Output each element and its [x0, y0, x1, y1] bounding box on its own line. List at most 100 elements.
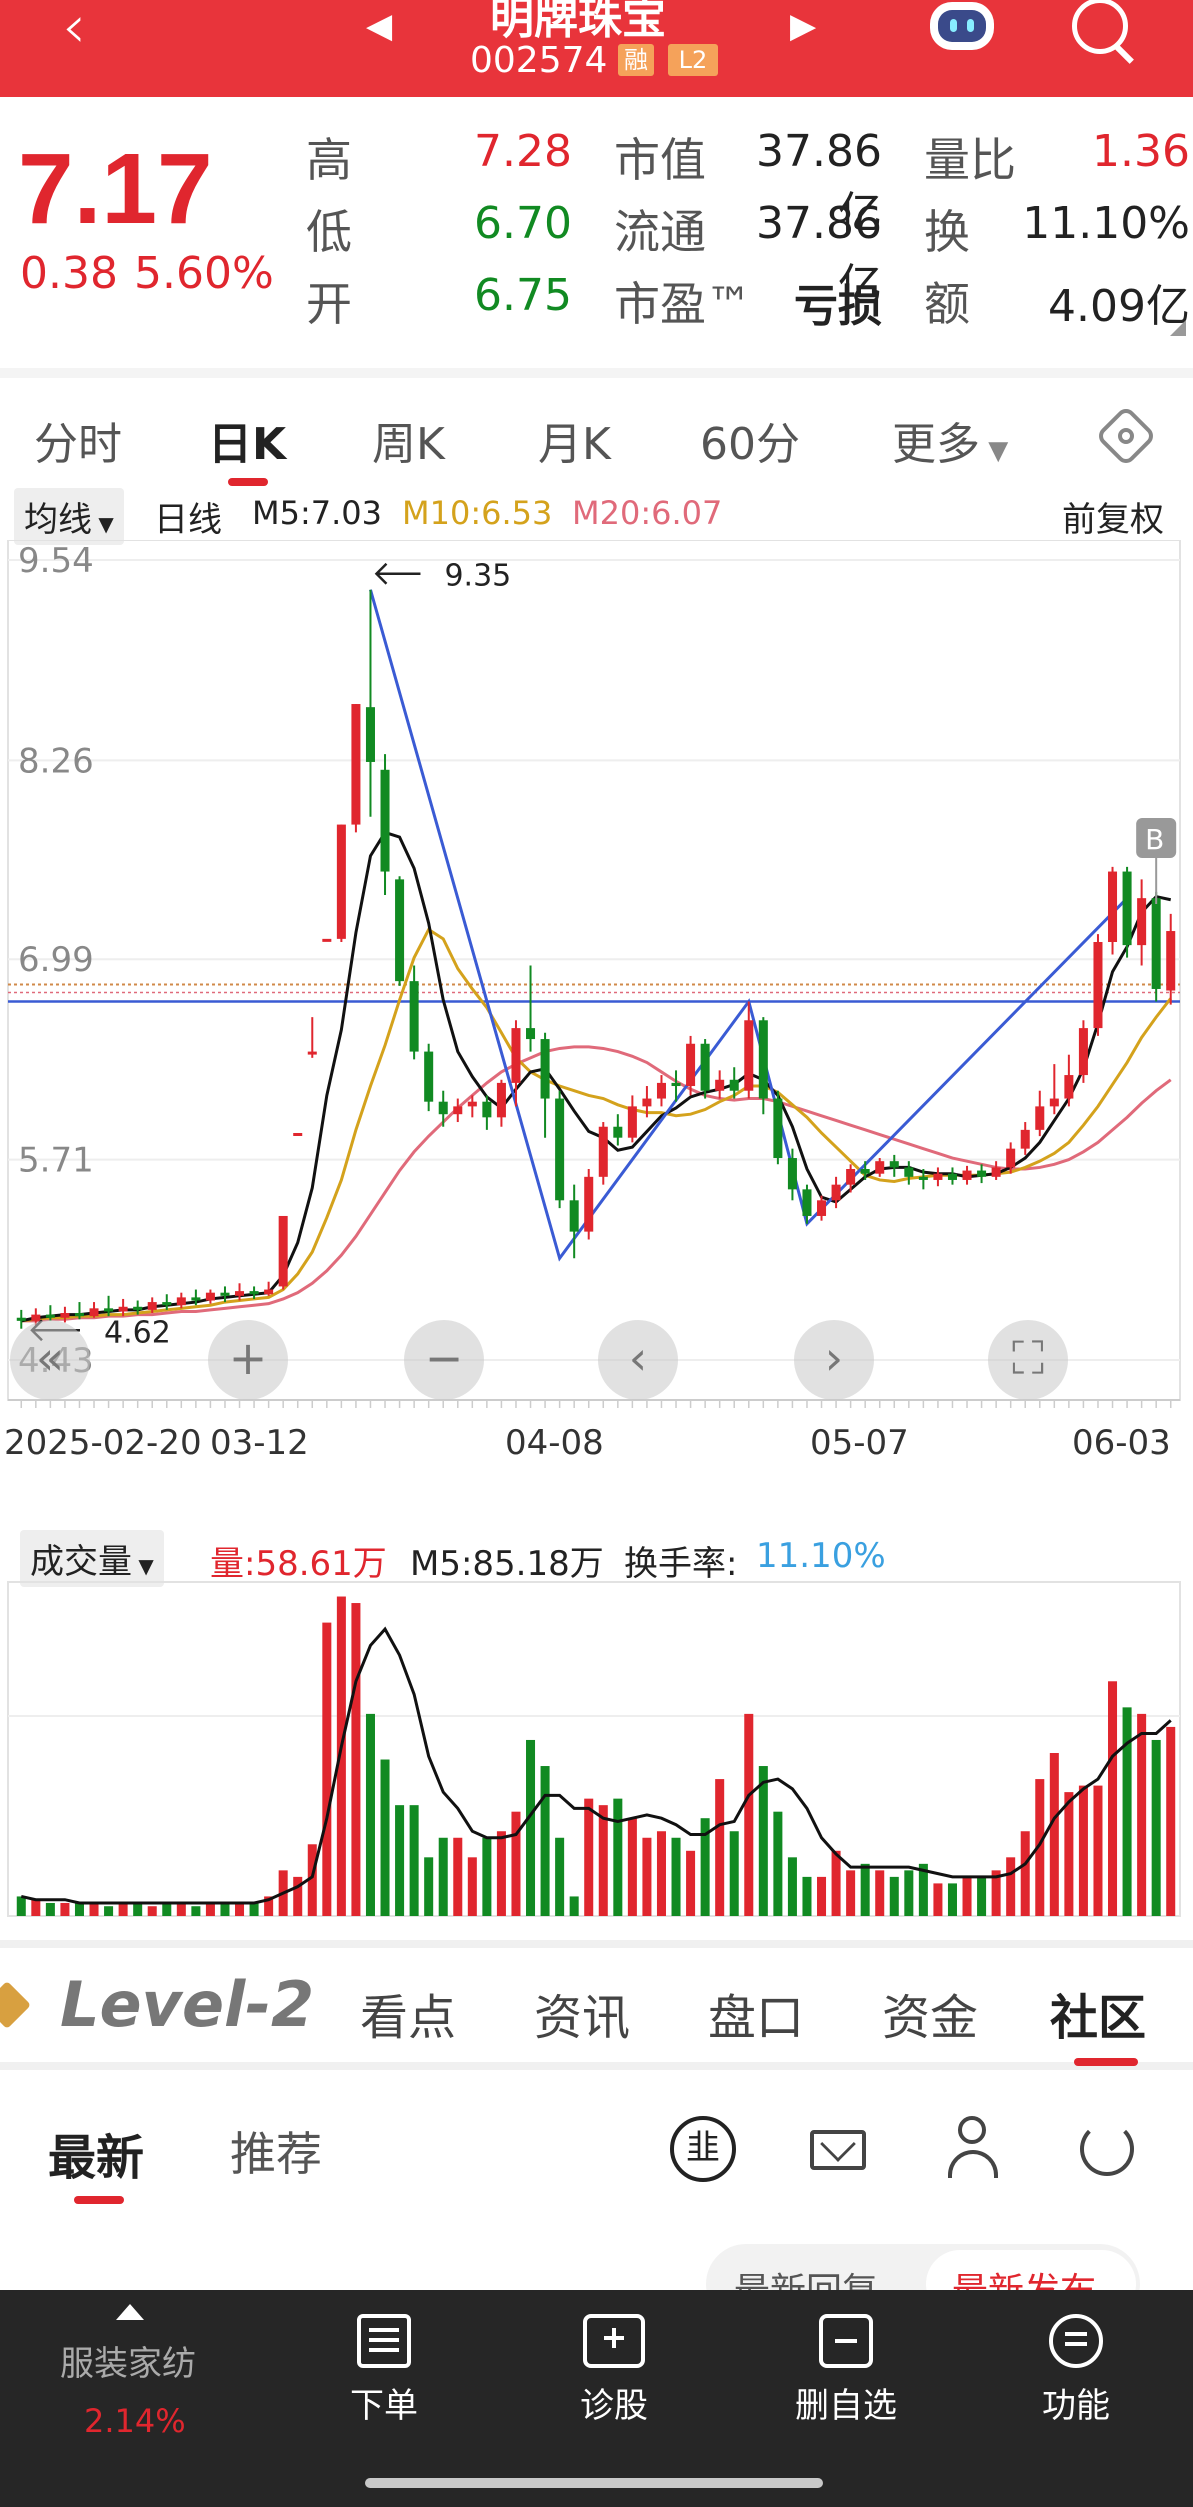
tab-weekly-k[interactable]: 周K	[372, 408, 445, 472]
expand-corner-icon[interactable]	[1170, 320, 1186, 336]
nav-diagnose[interactable]: 诊股	[514, 2314, 714, 2427]
tab-more[interactable]: 更多 ▼	[892, 408, 1008, 472]
candle-body	[45, 1314, 55, 1318]
settings-hex-icon[interactable]	[1094, 404, 1158, 468]
ma-selector[interactable]: 均线 ▼	[14, 488, 124, 545]
caret-down-icon: ▼	[980, 436, 1009, 466]
candle-body	[846, 1169, 856, 1185]
candle-body	[191, 1297, 201, 1301]
scroll-right-icon[interactable]: ›	[794, 1320, 874, 1400]
volume-m5: M5:85.18万	[410, 1544, 604, 1584]
volume-bar	[1137, 1713, 1147, 1916]
volume-bar	[758, 1766, 768, 1916]
search-icon[interactable]	[1072, 0, 1128, 54]
kline-chart[interactable]: 9.548.266.995.714.43 2025-02-2003-1204-0…	[0, 540, 1193, 1500]
candle-body	[278, 1215, 288, 1287]
level2-brand[interactable]: Level-2	[60, 1968, 314, 2041]
candle-body	[482, 1101, 492, 1118]
high-label: 高	[306, 133, 352, 187]
candle-body	[671, 1082, 681, 1087]
zoom-out-icon-glyph: −	[425, 1331, 464, 1385]
volume-bar	[74, 1902, 84, 1916]
candle-body	[351, 704, 361, 825]
volume-bar	[176, 1902, 186, 1916]
candle-body	[162, 1302, 172, 1306]
tab-latest[interactable]: 最新	[48, 2118, 144, 2188]
tab-daily-k[interactable]: 日K	[208, 408, 286, 472]
tab-intraday[interactable]: 分时	[34, 408, 122, 472]
mail-icon[interactable]	[810, 2126, 866, 2170]
ma-selector-label: 均线	[24, 500, 92, 540]
amount-label: 额	[924, 277, 970, 331]
candle-body	[31, 1314, 41, 1321]
volume-bar	[482, 1837, 492, 1916]
user-icon[interactable]	[946, 2116, 1000, 2182]
y-tick-label: 9.54	[18, 541, 94, 581]
zoom-out-icon[interactable]: −	[404, 1320, 484, 1400]
candle-body	[89, 1308, 99, 1317]
candle-body	[336, 824, 346, 939]
up-arrow-icon[interactable]	[116, 2304, 144, 2320]
volume-bar	[947, 1883, 957, 1916]
candle-body	[875, 1161, 885, 1174]
volume-chart[interactable]	[0, 1580, 1193, 1920]
volume-bar	[977, 1876, 987, 1916]
volume-bar	[846, 1870, 856, 1916]
low-label: 低	[306, 205, 352, 259]
candle-body	[817, 1200, 827, 1216]
turnover-label-vol: 换手率:	[624, 1544, 738, 1584]
volume-frame	[7, 1581, 1181, 1917]
volume-bar	[904, 1870, 914, 1916]
tab-60min[interactable]: 60分	[700, 408, 800, 472]
volume-bar	[162, 1902, 172, 1916]
sector-name[interactable]: 服装家纺	[60, 2336, 196, 2385]
order-doc-icon	[357, 2314, 411, 2368]
next-stock-arrow-icon[interactable]: ▶	[790, 6, 816, 46]
nav-order[interactable]: 下单	[284, 2314, 484, 2427]
tab-news[interactable]: 资讯	[534, 1978, 630, 2048]
volume-bar	[322, 1622, 332, 1916]
nav-remove-label: 删自选	[795, 2386, 897, 2426]
period-label: 日线	[154, 500, 222, 540]
volume-selector[interactable]: 成交量 ▼	[20, 1530, 164, 1587]
zoom-in-icon-glyph: +	[229, 1331, 268, 1385]
volume-bar	[1006, 1857, 1016, 1916]
tab-capital[interactable]: 资金	[882, 1978, 978, 2048]
scroll-left-icon[interactable]: ‹	[598, 1320, 678, 1400]
candle-body	[918, 1176, 928, 1180]
zoom-in-icon[interactable]: +	[208, 1320, 288, 1400]
tab-monthly-k[interactable]: 月K	[538, 408, 611, 472]
volume-bar	[962, 1876, 972, 1916]
nav-remove-watchlist[interactable]: 删自选	[746, 2314, 946, 2427]
last-price: 7.17	[18, 133, 213, 245]
candle-body	[947, 1173, 957, 1180]
adjust-mode[interactable]: 前复权	[1062, 492, 1164, 541]
prev-stock-arrow-icon[interactable]: ◀	[366, 6, 392, 46]
nav-functions[interactable]: 功能	[976, 2314, 1176, 2427]
volume-bar	[1108, 1681, 1118, 1916]
tab-community[interactable]: 社区	[1050, 1978, 1146, 2048]
candle-body	[1064, 1075, 1074, 1099]
remove-box-icon	[819, 2314, 873, 2368]
tab-more-label: 更多	[892, 419, 980, 470]
volume-bar	[235, 1902, 245, 1916]
refresh-icon[interactable]	[1080, 2122, 1134, 2176]
ai-robot-icon[interactable]	[930, 2, 994, 50]
volume-bar	[496, 1831, 506, 1916]
tab-order-book[interactable]: 盘口	[708, 1978, 804, 2048]
price-change: 0.38	[20, 248, 118, 299]
volume-bar	[380, 1759, 390, 1916]
community-logo-icon[interactable]: 韭	[670, 2116, 736, 2182]
candle-body	[904, 1167, 914, 1177]
back-arrow-icon[interactable]: ‹	[62, 0, 86, 57]
bottom-navbar: 服装家纺 2.14% 下单 诊股 删自选 功能	[0, 2290, 1193, 2507]
tab-highlights[interactable]: 看点	[360, 1978, 456, 2048]
volume-bar	[773, 1811, 783, 1916]
volume-bar	[351, 1603, 361, 1916]
volume-bar	[787, 1857, 797, 1916]
tab-recommend[interactable]: 推荐	[230, 2118, 322, 2184]
fullscreen-icon[interactable]: ⛶	[988, 1320, 1068, 1400]
volume-bar	[365, 1713, 375, 1916]
rewind-icon[interactable]: «	[10, 1320, 90, 1400]
candle-body	[409, 981, 419, 1052]
